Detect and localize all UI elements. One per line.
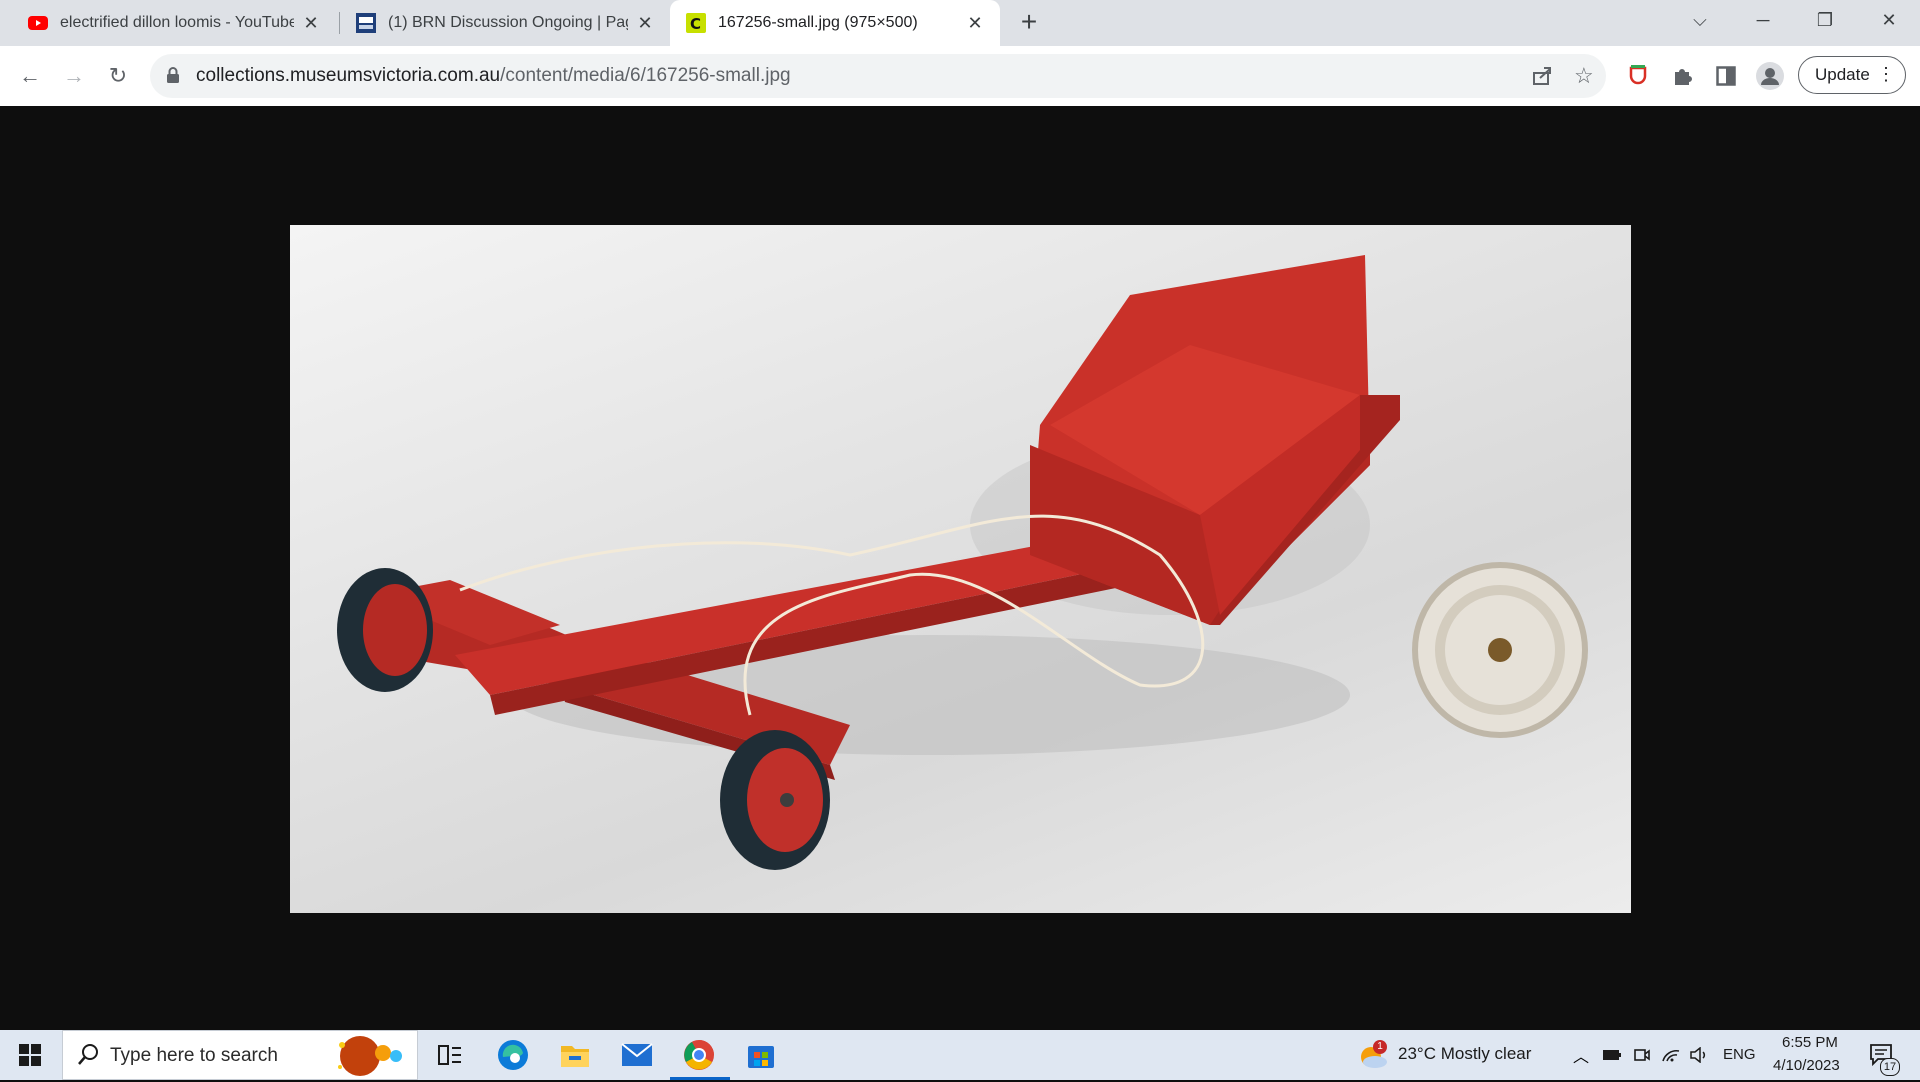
meet-now-icon[interactable] (1630, 1030, 1654, 1080)
chrome-icon[interactable] (676, 1030, 722, 1080)
browser-toolbar: ← → ↻ collections.museumsvictoria.com.au… (0, 46, 1920, 107)
update-label: Update (1815, 65, 1870, 84)
tab-title: electrified dillon loomis - YouTube (60, 14, 294, 31)
lock-icon[interactable] (166, 66, 180, 89)
close-tab-icon[interactable]: ✕ (964, 13, 986, 34)
image-viewer (0, 106, 1920, 1030)
search-icon (77, 1043, 99, 1072)
tab-title: 167256-small.jpg (975×500) (718, 14, 918, 31)
close-tab-icon[interactable]: ✕ (634, 13, 656, 34)
extension-shield-icon[interactable] (1622, 60, 1654, 92)
mail-icon[interactable] (614, 1030, 660, 1080)
clock-time[interactable]: 6:55 PM (1782, 1034, 1838, 1051)
bookmark-star-icon[interactable]: ☆ (1574, 63, 1594, 89)
tab-image[interactable]: C 167256-small.jpg (975×500) ✕ (670, 0, 1000, 46)
clock-date[interactable]: 4/10/2023 (1773, 1057, 1840, 1074)
tab-title: (1) BRN Discussion Ongoing | Page (388, 14, 628, 31)
windows-start-icon[interactable] (10, 1030, 50, 1080)
search-placeholder: Type here to search (110, 1045, 278, 1066)
back-icon[interactable]: ← (14, 60, 46, 92)
notification-count: 17 (1880, 1058, 1900, 1076)
side-panel-icon[interactable] (1710, 60, 1742, 92)
volume-icon[interactable] (1687, 1030, 1711, 1080)
minimize-icon[interactable]: ─ (1740, 0, 1786, 40)
profile-avatar-icon[interactable] (1754, 60, 1786, 92)
tab-strip: electrified dillon loomis - YouTube ✕ (1… (0, 0, 1920, 46)
tab-forum[interactable]: (1) BRN Discussion Ongoing | Page ✕ (340, 0, 670, 46)
edge-icon[interactable] (490, 1030, 536, 1080)
tab-youtube[interactable]: electrified dillon loomis - YouTube ✕ (0, 0, 336, 46)
show-hidden-icons-chevron-icon[interactable]: ︿ (1570, 1030, 1592, 1080)
share-icon[interactable] (1530, 64, 1554, 93)
forward-icon[interactable]: → (58, 60, 90, 92)
url-text[interactable]: collections.museumsvictoria.com.au/conte… (196, 65, 791, 87)
extensions-puzzle-icon[interactable] (1666, 60, 1698, 92)
address-bar[interactable]: collections.museumsvictoria.com.au/conte… (150, 54, 1606, 98)
close-window-icon[interactable]: ✕ (1866, 0, 1912, 40)
forum-icon (356, 13, 376, 33)
close-tab-icon[interactable]: ✕ (300, 13, 322, 34)
windows-taskbar: Type here to search 1 23°C Mostly clear … (0, 1030, 1920, 1080)
battery-icon[interactable] (1600, 1030, 1624, 1080)
svg-text:C: C (690, 15, 701, 33)
url-path: /content/media/6/167256-small.jpg (500, 65, 791, 86)
update-button[interactable]: Update ⋮ (1798, 56, 1906, 94)
language-indicator[interactable]: ENG (1723, 1046, 1756, 1063)
reload-icon[interactable]: ↻ (102, 60, 134, 92)
red-toy-go-cart-photo (290, 225, 1631, 913)
tab-search-icon[interactable]: ⌵ (1677, 0, 1723, 40)
task-view-icon[interactable] (430, 1030, 470, 1080)
search-highlight-icon[interactable] (328, 1035, 414, 1082)
youtube-icon (28, 13, 48, 33)
weather-text[interactable]: 23°C Mostly clear (1398, 1044, 1531, 1064)
more-menu-icon[interactable]: ⋮ (1877, 65, 1895, 83)
new-tab-button[interactable]: + (1014, 8, 1044, 38)
restore-icon[interactable]: ❐ (1802, 0, 1848, 40)
url-domain: collections.museumsvictoria.com.au (196, 65, 501, 86)
wifi-icon[interactable] (1659, 1030, 1683, 1080)
file-explorer-icon[interactable] (552, 1030, 598, 1080)
collections-icon: C (686, 13, 706, 33)
weather-icon[interactable] (1356, 1030, 1392, 1080)
taskbar-search-input[interactable]: Type here to search (62, 1030, 418, 1080)
store-icon[interactable] (738, 1030, 784, 1080)
weather-badge: 1 (1373, 1040, 1387, 1054)
